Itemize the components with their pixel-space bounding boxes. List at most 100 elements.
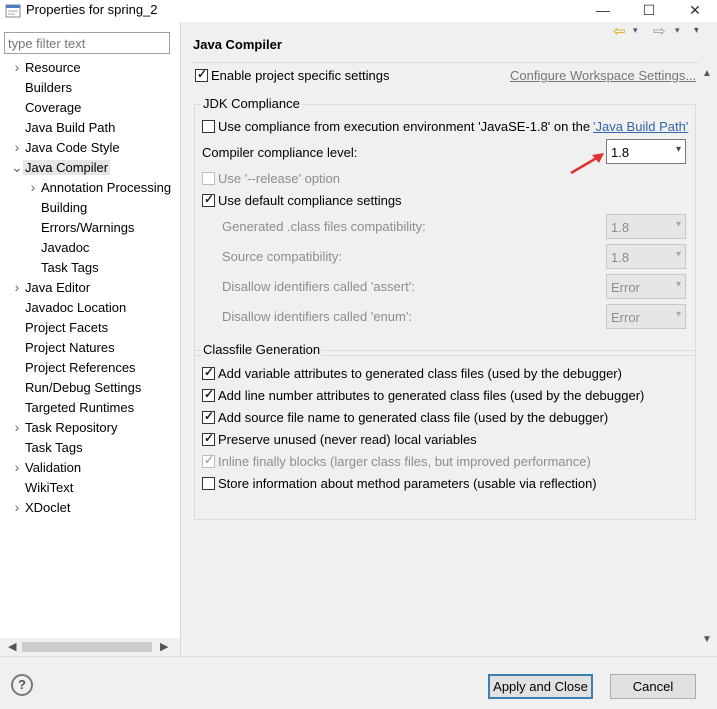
- enable-project-specific-checkbox[interactable]: [195, 67, 208, 82]
- scroll-left-icon[interactable]: ◀: [8, 640, 16, 653]
- sidebar-item[interactable]: Task Tags: [25, 438, 83, 458]
- sidebar-item[interactable]: Run/Debug Settings: [25, 378, 141, 398]
- sidebar-item[interactable]: Project Natures: [25, 338, 115, 358]
- forward-menu-chevron-icon[interactable]: ▾: [675, 25, 680, 36]
- disallow-assert-value: Error: [611, 280, 640, 295]
- main-panel: Java Compiler ⇦ ▾ ⇨ ▾ ▾ Enable project s…: [181, 22, 717, 656]
- sidebar-item[interactable]: Targeted Runtimes: [25, 398, 134, 418]
- disallow-assert-select[interactable]: Error ▾: [606, 274, 686, 299]
- chevron-down-icon: ▾: [675, 249, 681, 260]
- sidebar-item[interactable]: WikiText: [25, 478, 73, 498]
- sidebar-item[interactable]: Errors/Warnings: [41, 218, 134, 238]
- sidebar-item-label: Resource: [25, 60, 81, 75]
- window-title: Properties for spring_2: [26, 2, 158, 17]
- scroll-up-icon[interactable]: ▲: [702, 68, 712, 79]
- chevron-down-icon[interactable]: ⌄: [11, 158, 23, 177]
- configure-workspace-link[interactable]: Configure Workspace Settings...: [510, 68, 696, 83]
- disallow-enum-select[interactable]: Error ▾: [606, 304, 686, 329]
- sidebar-item[interactable]: › Annotation Processing: [31, 178, 172, 198]
- classfile-option-label: Add variable attributes to generated cla…: [218, 366, 622, 381]
- classfile-option-checkbox[interactable]: [202, 387, 215, 402]
- sidebar-item-label: Java Build Path: [25, 120, 116, 135]
- forward-arrow-icon[interactable]: ⇨: [653, 22, 666, 40]
- title-bar: Properties for spring_2 — ☐ ✕: [0, 0, 717, 22]
- sidebar-item[interactable]: Building: [41, 198, 87, 218]
- scroll-right-icon[interactable]: ▶: [160, 640, 168, 653]
- classfile-option-checkbox[interactable]: [202, 365, 215, 380]
- compliance-level-select[interactable]: 1.8 ▾: [606, 139, 686, 164]
- source-compat-select[interactable]: 1.8 ▾: [606, 244, 686, 269]
- sidebar-item-label: Run/Debug Settings: [25, 380, 142, 395]
- sidebar-item[interactable]: › Java Editor: [15, 278, 91, 298]
- sidebar-item[interactable]: › XDoclet: [15, 498, 71, 518]
- sidebar-item-label: Project Natures: [25, 340, 115, 355]
- classfile-option-checkbox[interactable]: [202, 431, 215, 446]
- sidebar-item[interactable]: Project References: [25, 358, 136, 378]
- sidebar-item[interactable]: › Java Code Style: [15, 138, 120, 158]
- main-vertical-scrollbar[interactable]: ▲ ▼: [698, 22, 717, 656]
- sidebar-horizontal-scrollbar[interactable]: ◀ ▶: [0, 638, 180, 656]
- sidebar-item[interactable]: › Validation: [15, 458, 82, 478]
- sidebar-item[interactable]: › Resource: [15, 58, 81, 78]
- classfile-generation-title: Classfile Generation: [201, 342, 323, 357]
- classfile-option-label: Add line number attributes to generated …: [218, 388, 645, 403]
- sidebar-item[interactable]: Project Facets: [25, 318, 108, 338]
- sidebar-item-label: Building: [41, 200, 88, 215]
- classfile-option-checkbox[interactable]: [202, 409, 215, 424]
- apply-and-close-button[interactable]: Apply and Close: [488, 674, 593, 699]
- chevron-right-icon[interactable]: ›: [11, 138, 23, 157]
- classfile-option-label: Preserve unused (never read) local varia…: [218, 432, 477, 447]
- minimize-button[interactable]: —: [580, 0, 626, 22]
- classfile-option-checkbox[interactable]: [202, 453, 215, 468]
- sidebar-item-label: Java Compiler: [23, 160, 111, 175]
- chevron-right-icon[interactable]: ›: [27, 178, 39, 197]
- sidebar-item-label: Targeted Runtimes: [25, 400, 135, 415]
- scroll-thumb[interactable]: [22, 642, 152, 652]
- sidebar-item-label: Task Tags: [25, 440, 83, 455]
- sidebar-item-label: Validation: [25, 460, 82, 475]
- back-arrow-icon[interactable]: ⇦: [613, 22, 626, 40]
- help-icon[interactable]: ?: [11, 674, 33, 696]
- sidebar-item[interactable]: Coverage: [25, 98, 81, 118]
- chevron-right-icon[interactable]: ›: [11, 278, 23, 297]
- generated-class-compat-value: 1.8: [611, 220, 630, 235]
- sidebar-item-label: XDoclet: [25, 500, 71, 515]
- sidebar-item-label: Builders: [25, 80, 72, 95]
- page-title: Java Compiler: [193, 37, 282, 52]
- source-compat-label: Source compatibility:: [222, 249, 342, 264]
- sidebar-item[interactable]: Javadoc: [41, 238, 89, 258]
- classfile-option-checkbox[interactable]: [202, 477, 215, 490]
- maximize-button[interactable]: ☐: [626, 0, 672, 22]
- back-menu-chevron-icon[interactable]: ▾: [633, 25, 638, 36]
- use-default-compliance-checkbox[interactable]: [202, 192, 215, 207]
- close-button[interactable]: ✕: [672, 0, 717, 22]
- generated-class-compat-select[interactable]: 1.8 ▾: [606, 214, 686, 239]
- sidebar-item[interactable]: Builders: [25, 78, 72, 98]
- sidebar-item-label: Task Repository: [25, 420, 118, 435]
- release-option-checkbox[interactable]: [202, 172, 215, 185]
- sidebar-item-label: Javadoc: [41, 240, 90, 255]
- chevron-down-icon: ▾: [675, 144, 681, 155]
- sidebar-item-label: Java Editor: [25, 280, 91, 295]
- cancel-button[interactable]: Cancel: [610, 674, 696, 699]
- chevron-right-icon[interactable]: ›: [11, 498, 23, 517]
- scroll-down-icon[interactable]: ▼: [702, 634, 712, 645]
- chevron-right-icon[interactable]: ›: [11, 58, 23, 77]
- chevron-right-icon[interactable]: ›: [11, 458, 23, 477]
- filter-input[interactable]: [4, 32, 170, 54]
- enable-project-specific-label: Enable project specific settings: [211, 68, 390, 83]
- sidebar-item[interactable]: Javadoc Location: [25, 298, 126, 318]
- chevron-down-icon: ▾: [675, 279, 681, 290]
- sidebar-item-label: Errors/Warnings: [41, 220, 135, 235]
- java-build-path-link[interactable]: 'Java Build Path': [593, 119, 688, 134]
- compliance-level-label: Compiler compliance level:: [202, 145, 358, 160]
- sidebar-item-label: Annotation Processing: [41, 180, 172, 195]
- sidebar-item-label: Coverage: [25, 100, 82, 115]
- sidebar-item[interactable]: › Task Repository: [15, 418, 118, 438]
- sidebar-item[interactable]: Task Tags: [41, 258, 99, 278]
- sidebar-item[interactable]: ⌄ Java Compiler: [11, 158, 111, 178]
- sidebar-item[interactable]: Java Build Path: [25, 118, 115, 138]
- release-option-label: Use '--release' option: [218, 171, 341, 186]
- chevron-right-icon[interactable]: ›: [11, 418, 23, 437]
- use-compliance-ee-checkbox[interactable]: [202, 120, 215, 133]
